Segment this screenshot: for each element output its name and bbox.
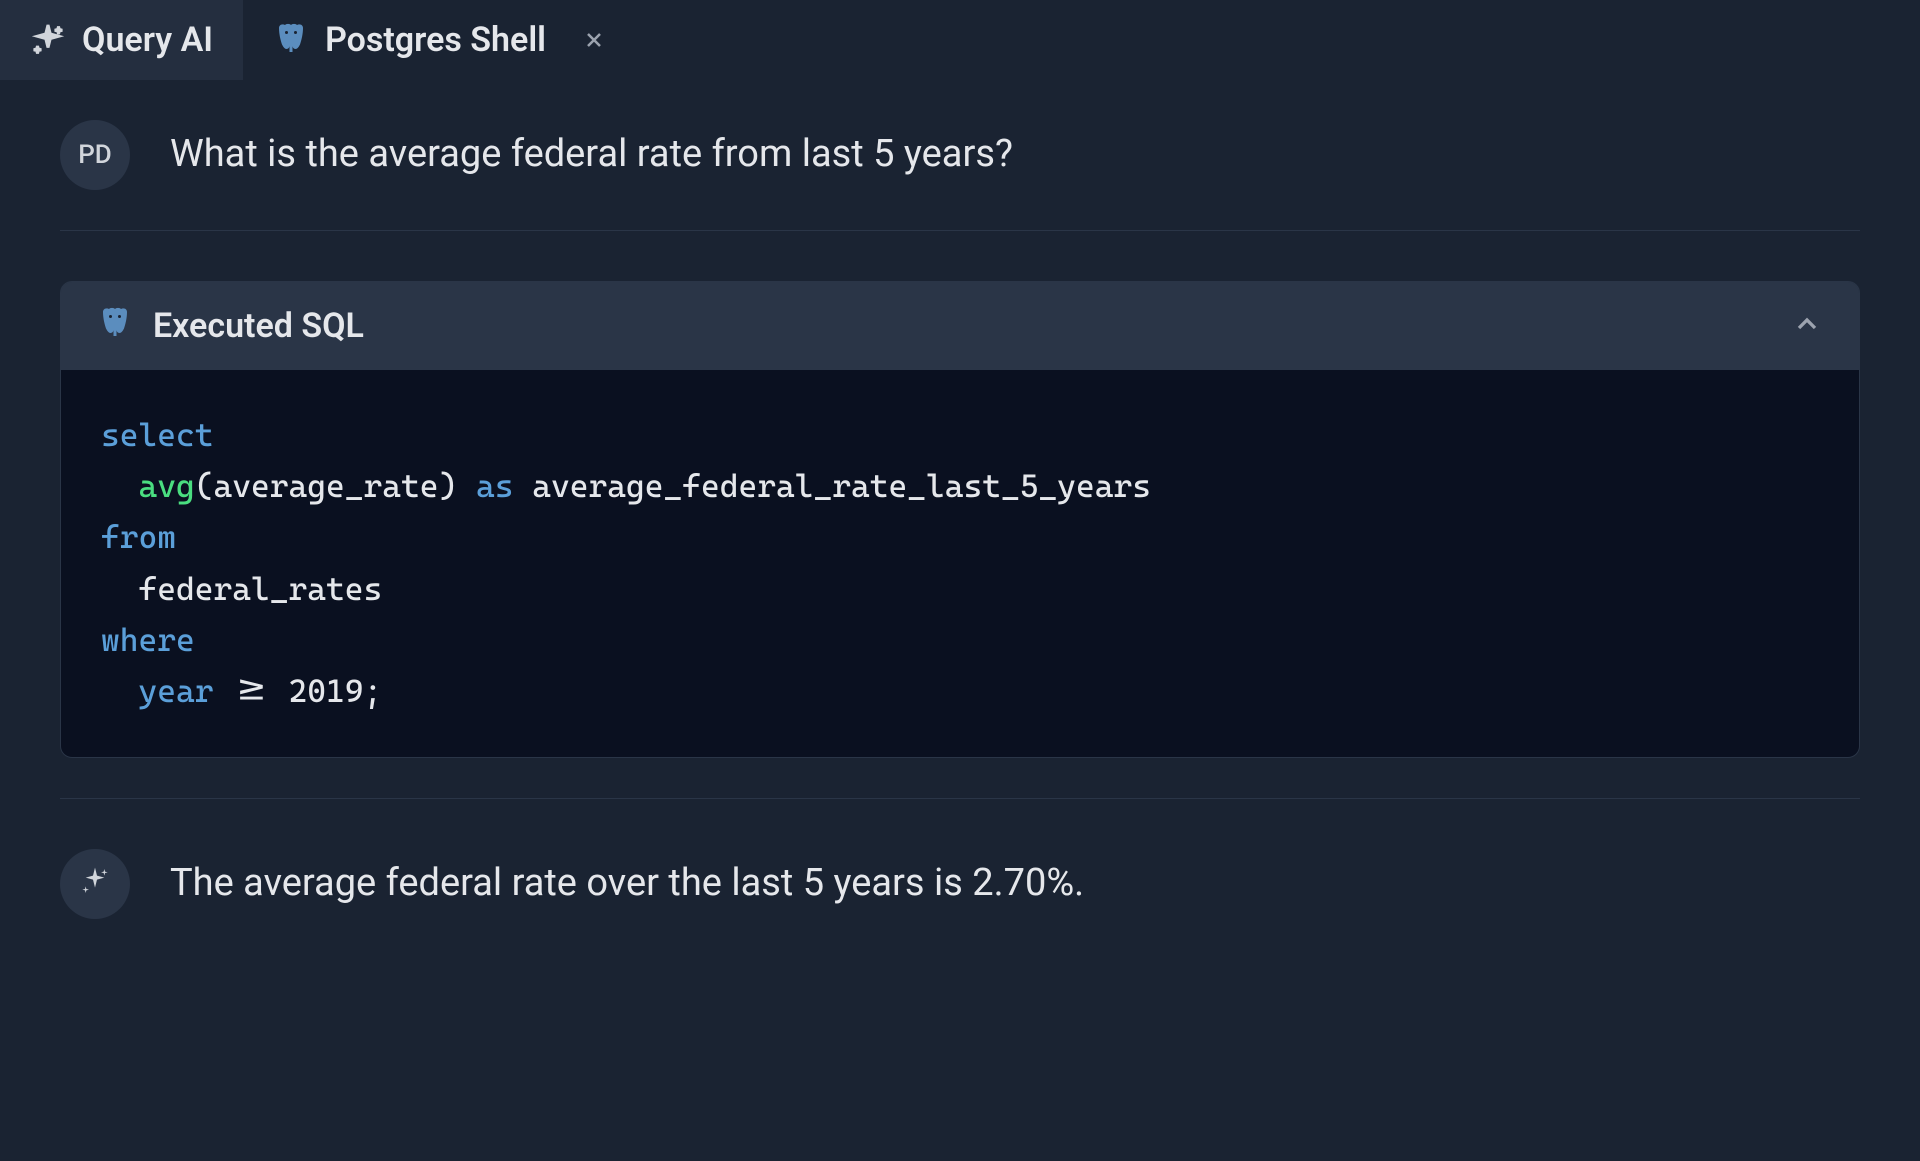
elephant-icon [97,306,133,346]
user-avatar: PD [60,120,130,190]
chevron-up-icon [1791,308,1823,344]
ai-avatar [60,849,130,919]
tab-bar: Query AI Postgres Shell [0,0,1920,80]
user-message-row: PD What is the average federal rate from… [60,120,1860,190]
sparkle-icon [79,865,111,904]
ai-response: The average federal rate over the last 5… [170,849,1084,905]
divider [60,798,1860,799]
sql-header-left: Executed SQL [97,306,364,346]
sql-panel-header[interactable]: Executed SQL [61,282,1859,370]
divider [60,230,1860,231]
tab-query-ai[interactable]: Query AI [0,0,243,80]
tab-postgres-shell[interactable]: Postgres Shell [243,0,636,80]
close-icon[interactable] [582,28,606,52]
chat-content: PD What is the average federal rate from… [0,80,1920,999]
elephant-icon [273,22,309,58]
executed-sql-panel: Executed SQL select avg(average_rate) as… [60,281,1860,758]
ai-message-row: The average federal rate over the last 5… [60,849,1860,919]
user-initials: PD [78,140,112,170]
sql-panel-title: Executed SQL [153,306,364,346]
sql-code-block[interactable]: select avg(average_rate) as average_fede… [61,370,1859,757]
tab-label: Postgres Shell [325,20,546,60]
sparkle-icon [30,22,66,58]
tab-label: Query AI [82,20,213,60]
user-question: What is the average federal rate from la… [170,120,1013,176]
